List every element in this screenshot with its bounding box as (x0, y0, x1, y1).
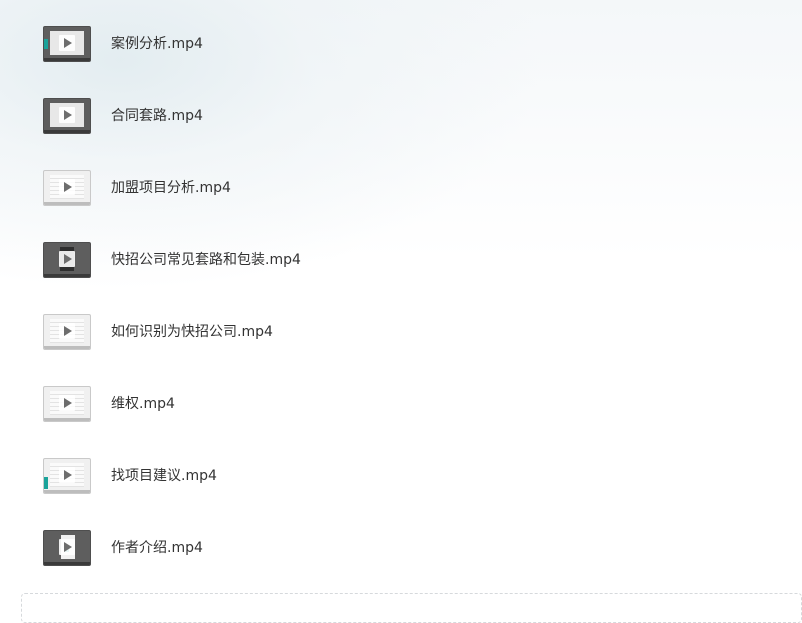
file-item-project-advice[interactable]: 找项目建议.mp4 (43, 457, 443, 495)
file-name: 作者介绍.mp4 (111, 540, 203, 556)
play-icon (59, 467, 75, 483)
video-thumbnail-icon (43, 170, 91, 206)
file-item-contract-tricks[interactable]: 合同套路.mp4 (43, 97, 443, 135)
file-item-common-tricks[interactable]: 快招公司常见套路和包装.mp4 (43, 241, 443, 279)
file-name: 维权.mp4 (111, 396, 175, 412)
dashed-container (21, 593, 802, 623)
file-name: 案例分析.mp4 (111, 36, 203, 52)
play-icon (59, 395, 75, 411)
play-icon (59, 35, 75, 51)
video-thumbnail-icon (43, 314, 91, 350)
file-name: 快招公司常见套路和包装.mp4 (111, 252, 301, 268)
file-item-author-intro[interactable]: 作者介绍.mp4 (43, 529, 443, 567)
file-list: 案例分析.mp4 合同套路.mp4 加盟项目分析.mp4 快招公司常见套路和包装… (0, 0, 802, 590)
file-item-identify-company[interactable]: 如何识别为快招公司.mp4 (43, 313, 443, 351)
file-item-rights-protection[interactable]: 维权.mp4 (43, 385, 443, 423)
file-name: 找项目建议.mp4 (111, 468, 217, 484)
play-icon (59, 539, 75, 555)
video-thumbnail-icon (43, 458, 91, 494)
video-thumbnail-icon (43, 386, 91, 422)
video-thumbnail-icon (43, 530, 91, 566)
play-icon (59, 251, 75, 267)
file-name: 合同套路.mp4 (111, 108, 203, 124)
file-item-franchise-analysis[interactable]: 加盟项目分析.mp4 (43, 169, 443, 207)
file-name: 如何识别为快招公司.mp4 (111, 324, 273, 340)
file-name: 加盟项目分析.mp4 (111, 180, 231, 196)
play-icon (59, 107, 75, 123)
video-thumbnail-icon (43, 98, 91, 134)
play-icon (59, 179, 75, 195)
video-thumbnail-icon (43, 242, 91, 278)
video-thumbnail-icon (43, 26, 91, 62)
play-icon (59, 323, 75, 339)
file-item-case-analysis[interactable]: 案例分析.mp4 (43, 25, 443, 63)
